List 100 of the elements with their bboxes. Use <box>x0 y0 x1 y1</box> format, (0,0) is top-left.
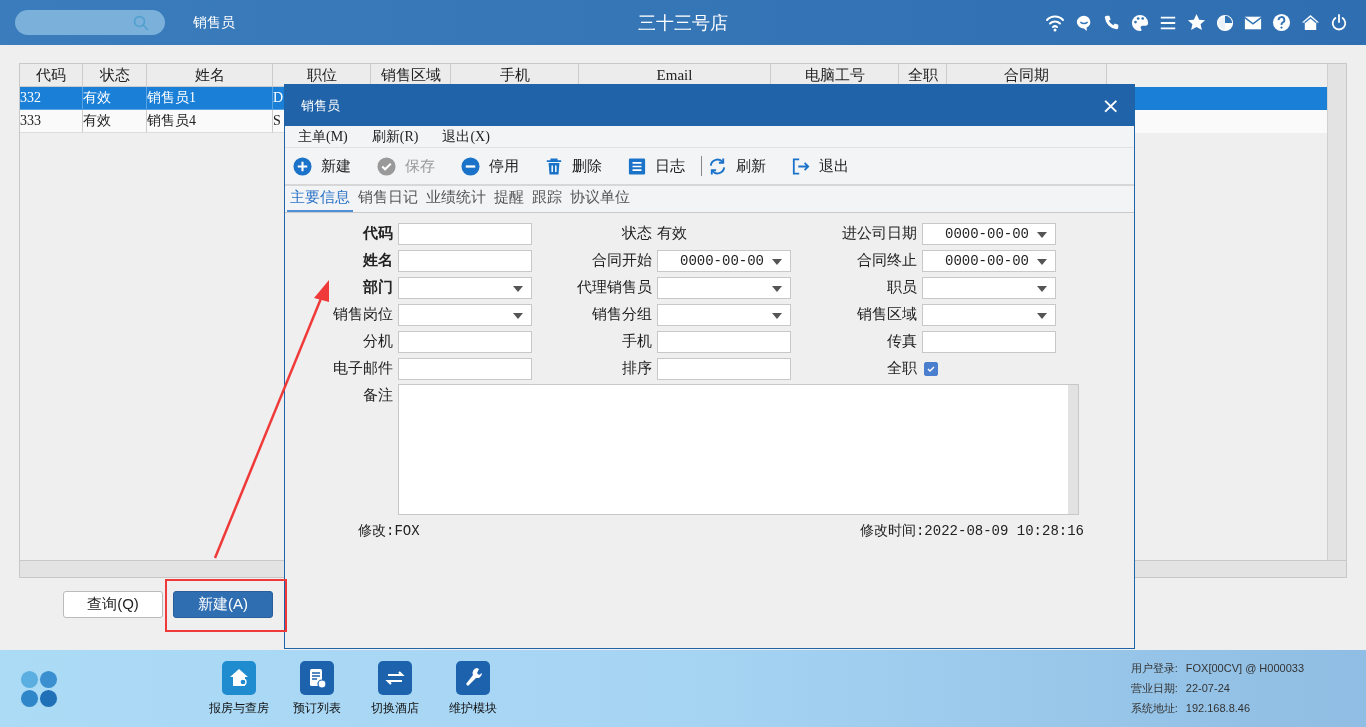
document-clock-icon[interactable] <box>300 660 334 695</box>
status-label: 系统地址: <box>1130 702 1178 714</box>
help-icon[interactable] <box>1272 13 1291 32</box>
status-label: 营业日期: <box>1130 682 1178 694</box>
caret-icon <box>1037 285 1047 292</box>
query-button[interactable]: 查询(Q) <box>63 591 163 618</box>
taskbar-label: 维护模块 <box>449 699 497 717</box>
tab[interactable]: 业绩统计 <box>423 188 489 212</box>
field-label: 分机 <box>362 332 394 351</box>
input-field[interactable] <box>398 249 532 272</box>
caret-icon <box>772 285 782 292</box>
field-label: 部门 <box>362 278 394 297</box>
wrench-icon[interactable] <box>456 660 490 695</box>
taskbar-label: 预订列表 <box>293 699 341 717</box>
new-button[interactable]: 新建(A) <box>173 591 273 618</box>
plus-icon <box>293 156 312 176</box>
column-header[interactable]: 姓名 <box>147 64 273 87</box>
status-value: 192.168.8.46 <box>1185 702 1251 714</box>
refresh-icon <box>708 156 727 176</box>
date-field[interactable]: 0000-00-00 <box>922 249 1056 272</box>
field-label: 合同开始 <box>591 251 653 270</box>
field-label: 代理销售员 <box>576 278 653 297</box>
caret-icon <box>772 312 782 319</box>
field-label: 销售岗位 <box>332 305 394 324</box>
close-button[interactable]: × <box>1097 95 1124 116</box>
field-label: 合同终止 <box>856 251 918 270</box>
list-icon <box>628 156 646 176</box>
status-value: 22-07-24 <box>1185 682 1230 694</box>
store-name: 三十三号店 <box>638 11 728 35</box>
home-icon[interactable] <box>1301 13 1320 32</box>
caret-icon <box>513 312 523 319</box>
scrollbar[interactable] <box>1327 64 1346 561</box>
checkbox[interactable] <box>924 361 938 376</box>
dropdown-field[interactable] <box>922 276 1056 299</box>
swap-arrows-icon[interactable] <box>378 660 412 695</box>
caret-icon <box>772 258 782 265</box>
status-value: FOX[00CV] @ H000033 <box>1185 662 1304 674</box>
power-icon[interactable] <box>1330 13 1348 32</box>
table-cell: 333 <box>20 110 83 133</box>
table-cell: 销售员4 <box>147 110 273 133</box>
toolbar-button[interactable]: 刷新 <box>708 156 774 176</box>
field-label: 传真 <box>886 332 918 351</box>
chat-icon[interactable] <box>1075 13 1093 32</box>
field-label: 电子邮件 <box>332 359 394 378</box>
input-field[interactable] <box>657 330 791 353</box>
field-label: 手机 <box>621 332 653 351</box>
field-label: 销售区域 <box>856 305 918 324</box>
caret-icon <box>1037 231 1047 238</box>
taskbar-label: 报房与查房 <box>209 699 269 717</box>
field-label: 职员 <box>886 278 918 297</box>
field-label: 备注 <box>362 385 394 405</box>
toolbar-button[interactable]: 停用 <box>461 156 527 176</box>
palette-icon[interactable] <box>1131 13 1149 32</box>
toolbar-button[interactable]: 删除 <box>545 156 610 176</box>
menu-item[interactable]: 刷新(R) <box>371 127 419 146</box>
input-field[interactable] <box>657 357 791 380</box>
caret-icon <box>1037 312 1047 319</box>
tab[interactable]: 跟踪 <box>529 188 565 212</box>
dropdown-field[interactable] <box>398 303 532 326</box>
field-label: 排序 <box>621 359 653 378</box>
check-icon <box>377 156 396 176</box>
exit-icon <box>792 156 810 176</box>
column-header[interactable]: 状态 <box>83 64 147 87</box>
dropdown-field[interactable] <box>922 303 1056 326</box>
dropdown-field[interactable] <box>398 276 532 299</box>
toolbar-button[interactable]: 新建 <box>293 156 359 176</box>
dropdown-field[interactable] <box>657 303 791 326</box>
tab[interactable]: 提醒 <box>491 188 527 212</box>
status-label: 用户登录: <box>1130 662 1178 674</box>
toolbar-button[interactable]: 日志 <box>628 156 693 176</box>
search-icon <box>133 14 149 31</box>
star-icon[interactable] <box>1187 13 1206 32</box>
minus-icon <box>461 156 480 176</box>
table-cell: 有效 <box>83 110 147 133</box>
column-header[interactable]: 代码 <box>20 64 83 87</box>
tab[interactable]: 主要信息 <box>287 188 353 212</box>
field-label: 姓名 <box>362 251 394 270</box>
search-field[interactable] <box>15 10 165 35</box>
input-field[interactable] <box>398 357 532 380</box>
page-title: 销售员 <box>193 13 235 32</box>
modified-by: 修改:FOX <box>358 522 420 540</box>
taskbar-label: 切换酒店 <box>371 699 419 717</box>
phone-icon[interactable] <box>1103 13 1121 32</box>
toolbar-button[interactable]: 退出 <box>792 156 857 176</box>
input-field[interactable] <box>398 330 532 353</box>
date-field[interactable]: 0000-00-00 <box>922 222 1056 245</box>
caret-icon <box>513 285 523 292</box>
input-field[interactable] <box>398 222 532 245</box>
modified-time: 修改时间:2022-08-09 10:28:16 <box>859 522 1084 540</box>
tab[interactable]: 协议单位 <box>567 188 633 212</box>
tab[interactable]: 销售日记 <box>355 188 421 212</box>
status-value: 有效 <box>657 224 687 243</box>
house-search-icon[interactable] <box>222 660 256 695</box>
input-field[interactable] <box>922 330 1056 353</box>
trash-icon <box>545 156 563 176</box>
field-label: 进公司日期 <box>841 224 918 243</box>
date-field[interactable]: 0000-00-00 <box>657 249 791 272</box>
dropdown-field[interactable] <box>657 276 791 299</box>
caret-icon <box>1037 258 1047 265</box>
menu-item[interactable]: 退出(X) <box>442 127 490 146</box>
